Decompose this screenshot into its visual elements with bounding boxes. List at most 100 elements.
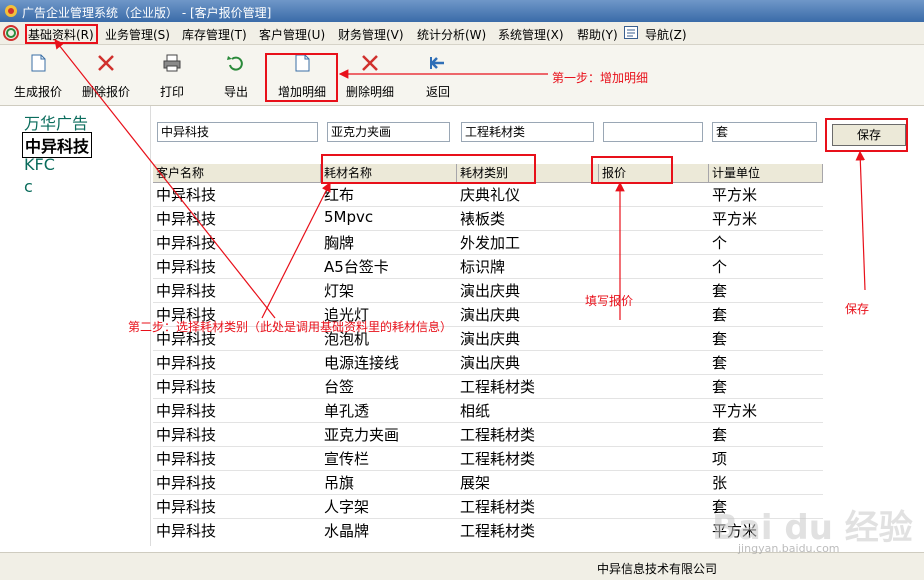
print-label: 打印	[159, 85, 184, 99]
table-row[interactable]: 中异科技 单孔透 相纸 平方米	[153, 398, 823, 423]
cell-customer-name: 中异科技	[156, 378, 217, 396]
print-button[interactable]: 打印	[138, 53, 206, 99]
cell-material-type: 庆典礼仪	[460, 186, 521, 204]
company-name: 中异信息技术有限公司	[597, 562, 718, 576]
col-customer-name[interactable]: 客户名称	[153, 164, 321, 182]
cell-unit: 平方米	[712, 210, 758, 228]
cell-customer-name: 中异科技	[156, 210, 217, 228]
customer-item-kfc[interactable]: KFC	[24, 155, 55, 174]
cell-unit: 套	[712, 378, 728, 396]
cell-material-name: 水晶牌	[324, 522, 370, 540]
cell-material-name: 宣传栏	[324, 450, 370, 468]
cell-material-type: 相纸	[460, 402, 491, 420]
col-unit[interactable]: 计量单位	[709, 164, 823, 182]
printer-icon	[163, 54, 181, 72]
menu-system[interactable]: 系统管理(X)	[498, 26, 564, 43]
cell-unit: 套	[712, 426, 728, 444]
highlight-save-button	[825, 118, 908, 152]
toolbar: 生成报价 删除报价 打印 导出 增加明细 删除明细 返回	[0, 45, 924, 106]
cell-material-name: 灯架	[324, 282, 355, 300]
back-arrow-icon	[430, 57, 444, 69]
delete-x-icon	[362, 55, 378, 71]
cell-customer-name: 中异科技	[156, 258, 217, 276]
cell-customer-name: 中异科技	[156, 402, 217, 420]
cell-customer-name: 中异科技	[156, 354, 217, 372]
customer-item-wanhua[interactable]: 万华广告	[24, 110, 88, 134]
cell-customer-name: 中异科技	[156, 450, 217, 468]
window-title: 广告企业管理系统（企业版） - [客户报价管理]	[22, 6, 272, 20]
status-bar: 中异信息技术有限公司	[0, 552, 924, 580]
title-bar: 广告企业管理系统（企业版） - [客户报价管理]	[0, 0, 924, 22]
menu-navigator[interactable]: 导航(Z)	[645, 26, 687, 43]
table-row[interactable]: 中异科技 宣传栏 工程耗材类 项	[153, 446, 823, 471]
cell-customer-name: 中异科技	[156, 474, 217, 492]
cell-unit: 张	[712, 474, 728, 492]
delete-quote-label: 删除报价	[81, 85, 130, 99]
cell-material-type: 外发加工	[460, 234, 521, 252]
table-row[interactable]: 中异科技 红布 庆典礼仪 平方米	[153, 182, 823, 207]
cell-material-name: 5Mpvc	[324, 208, 374, 226]
menu-statistics[interactable]: 统计分析(W)	[417, 26, 486, 43]
table-row[interactable]: 中异科技 5Mpvc 裱板类 平方米	[153, 206, 823, 231]
table-row[interactable]: 中异科技 台签 工程耗材类 套	[153, 374, 823, 399]
generate-quote-button[interactable]: 生成报价	[4, 53, 72, 99]
cell-material-type: 展架	[460, 474, 491, 492]
cell-material-type: 工程耗材类	[460, 426, 536, 444]
cell-unit: 平方米	[712, 402, 758, 420]
delete-detail-label: 删除明细	[345, 85, 394, 99]
highlight-basic-data-menu	[25, 24, 98, 44]
table-row[interactable]: 中异科技 吊旗 展架 张	[153, 470, 823, 495]
app-logo-icon	[5, 5, 17, 17]
material-name-field[interactable]: 亚克力夹画	[327, 122, 450, 142]
cell-material-name: 台签	[324, 378, 355, 396]
menu-bar: 基础资料(R) 业务管理(S) 库存管理(T) 客户管理(U) 财务管理(V) …	[0, 22, 924, 45]
material-type-field[interactable]: 工程耗材类	[461, 122, 594, 142]
customer-name-field[interactable]: 中异科技	[157, 122, 318, 142]
cell-customer-name: 中异科技	[156, 234, 217, 252]
cell-customer-name: 中异科技	[156, 282, 217, 300]
table-row[interactable]: 中异科技 电源连接线 演出庆典 套	[153, 350, 823, 375]
table-row[interactable]: 中异科技 A5台签卡 标识牌 个	[153, 254, 823, 279]
cell-material-type: 演出庆典	[460, 330, 521, 348]
cell-material-type: 演出庆典	[460, 282, 521, 300]
cell-unit: 套	[712, 354, 728, 372]
menu-inventory[interactable]: 库存管理(T)	[182, 26, 247, 43]
export-button[interactable]: 导出	[202, 53, 270, 99]
unit-field[interactable]: 套	[712, 122, 817, 142]
cell-customer-name: 中异科技	[156, 426, 217, 444]
document-new-icon	[31, 54, 46, 72]
cell-material-name: A5台签卡	[324, 258, 389, 276]
cell-material-type: 工程耗材类	[460, 498, 536, 516]
cell-unit: 套	[712, 330, 728, 348]
price-field[interactable]	[603, 122, 703, 142]
menu-customer[interactable]: 客户管理(U)	[259, 26, 325, 43]
cell-unit: 平方米	[712, 186, 758, 204]
cell-unit: 项	[712, 450, 728, 468]
delete-x-icon	[98, 55, 114, 71]
cell-material-type: 演出庆典	[460, 354, 521, 372]
export-label: 导出	[223, 85, 248, 99]
cell-unit: 个	[712, 234, 728, 252]
highlight-add-detail	[265, 53, 338, 102]
table-row[interactable]: 中异科技 亚克力夹画 工程耗材类 套	[153, 422, 823, 447]
delete-detail-button[interactable]: 删除明细	[336, 53, 404, 99]
table-row[interactable]: 中异科技 胸牌 外发加工 个	[153, 230, 823, 255]
customer-item-c[interactable]: c	[24, 177, 33, 196]
export-arrow-icon	[227, 56, 243, 71]
cell-material-name: 亚克力夹画	[324, 426, 400, 444]
menu-business[interactable]: 业务管理(S)	[105, 26, 170, 43]
highlight-material-columns	[321, 154, 536, 184]
navigator-icon	[624, 26, 638, 39]
cell-unit: 套	[712, 306, 728, 324]
annotation-step2: 第二步：选择耗材类别（此处是调用基础资料里的耗材信息）	[128, 320, 453, 334]
menu-finance[interactable]: 财务管理(V)	[338, 26, 404, 43]
menu-help[interactable]: 帮助(Y)	[577, 26, 618, 43]
table-row[interactable]: 中异科技 灯架 演出庆典 套	[153, 278, 823, 303]
cell-unit: 个	[712, 258, 728, 276]
delete-quote-button[interactable]: 删除报价	[72, 53, 140, 99]
cell-material-name: 红布	[324, 186, 355, 204]
annotation-fill-price: 填写报价	[585, 294, 634, 308]
back-button[interactable]: 返回	[404, 53, 472, 99]
cell-material-type: 裱板类	[460, 210, 506, 228]
menu-logo-icon[interactable]	[3, 25, 19, 41]
